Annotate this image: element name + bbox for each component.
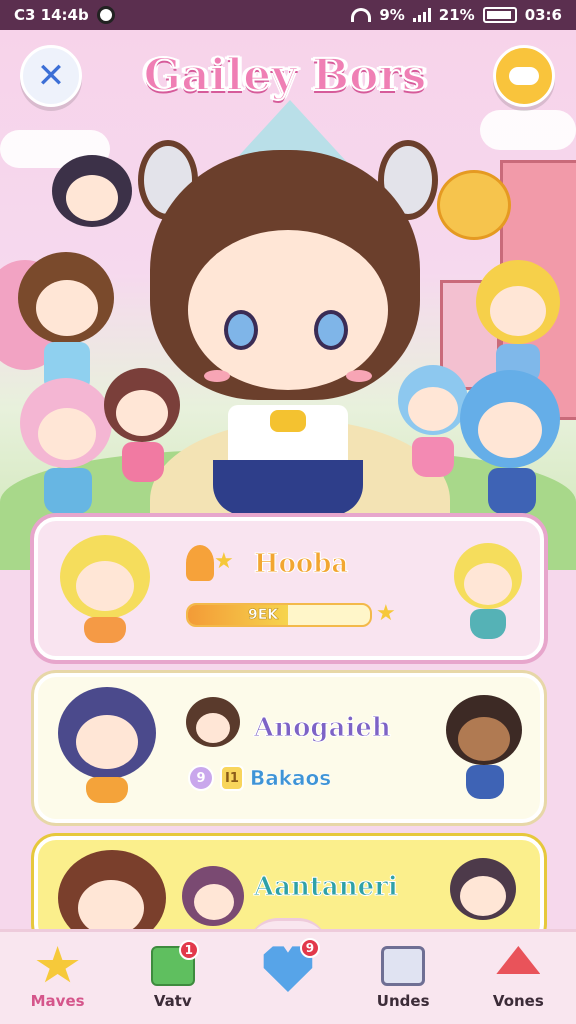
mini-avatar [186, 697, 240, 751]
star-icon [36, 946, 79, 983]
status-wifi-text: 9% [379, 6, 405, 24]
nav-item-vatv[interactable]: 1 Vatv [123, 936, 223, 1020]
cloud-decoration [480, 110, 576, 150]
cloud-button[interactable] [493, 45, 555, 107]
stat-badge-circle: 9 [188, 765, 214, 791]
house-icon [496, 946, 541, 974]
nav-item-favorites[interactable]: 9 [238, 936, 338, 1020]
nav-label: Vatv [153, 992, 192, 1010]
chibi-character[interactable] [52, 155, 132, 235]
status-time: 03:6 [524, 6, 562, 24]
chibi-character[interactable] [20, 378, 116, 518]
balloon-decoration [437, 170, 511, 240]
progress-bar: 9EK [186, 603, 372, 627]
eye-right [314, 310, 348, 350]
signal-icon [412, 8, 431, 22]
cat-icon [96, 6, 115, 24]
close-icon: ✕ [36, 56, 66, 96]
stat-line: 9 I1 Bakaos [188, 765, 331, 791]
character-card[interactable]: Anogaieh 9 I1 Bakaos [34, 673, 544, 823]
main-character[interactable] [128, 140, 448, 540]
bottom-nav: Maves 1 Vatv 9 Undes Vones [0, 929, 576, 1024]
nav-item-vones[interactable]: Vones [468, 936, 568, 1020]
notification-badge: 9 [299, 938, 320, 958]
battery-icon [482, 7, 517, 23]
card-avatar [60, 535, 150, 645]
nav-label: Undes [376, 992, 430, 1010]
face [188, 230, 388, 390]
character-card[interactable]: ★ Hooba 9EK ★ [34, 517, 544, 660]
mini-avatar [182, 866, 246, 930]
nav-item-maves[interactable]: Maves [8, 936, 108, 1020]
stat-badge-square: I1 [220, 765, 244, 791]
page-title: Gailey Bors [143, 49, 428, 102]
star-icon: ★ [214, 549, 234, 574]
card-avatar [58, 687, 158, 807]
blush-right [346, 370, 372, 382]
blush-left [204, 370, 230, 382]
cloud-icon [509, 67, 539, 85]
card-title: Hooba [253, 549, 349, 580]
nav-label: Vones [492, 992, 544, 1010]
wifi-icon [351, 8, 372, 22]
bow [270, 410, 306, 432]
gallery-scene [0, 30, 576, 570]
nav-label: Maves [30, 992, 85, 1010]
progress-label: 9EK [248, 607, 279, 624]
status-battery-text: 21% [438, 6, 475, 24]
box-icon [381, 946, 426, 986]
notification-badge: 1 [178, 940, 199, 960]
card-side-character [446, 695, 526, 805]
card-title: Anogaieh [254, 713, 392, 744]
stat-text: Bakaos [250, 766, 332, 791]
card-side-character [454, 543, 524, 643]
eye-left [224, 310, 258, 350]
skirt [213, 460, 363, 515]
card-side-character [450, 858, 520, 938]
card-title: Aantaneri [254, 872, 399, 903]
star-icon: ★ [376, 601, 396, 626]
nav-item-undes[interactable]: Undes [353, 936, 453, 1020]
octopus-icon [186, 545, 214, 581]
close-button[interactable]: ✕ [20, 45, 82, 107]
status-left-text: C3 14:4b [14, 6, 89, 24]
chibi-character[interactable] [460, 370, 565, 520]
status-bar: C3 14:4b 9% 21% 03:6 [0, 0, 576, 30]
